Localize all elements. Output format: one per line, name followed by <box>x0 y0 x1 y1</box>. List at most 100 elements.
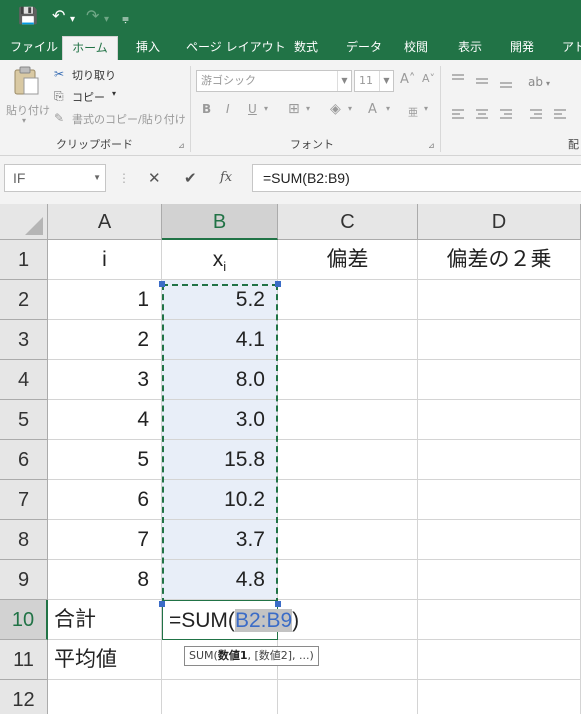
row-header[interactable]: 5 <box>0 400 48 440</box>
tab-home[interactable]: ホーム <box>62 36 118 60</box>
redo-dropdown-icon[interactable]: ▾ <box>104 10 109 30</box>
tab-addins[interactable]: アド <box>562 34 581 60</box>
cell-d5[interactable] <box>418 400 581 440</box>
enter-icon[interactable]: ✔ <box>184 169 197 187</box>
bold-button[interactable]: B <box>202 102 211 116</box>
shrink-font-icon[interactable]: A˅ <box>422 72 435 85</box>
font-color-icon[interactable]: A <box>368 102 377 117</box>
paste-button[interactable]: 貼り付け ▾ <box>4 66 50 130</box>
italic-button[interactable]: I <box>226 102 230 116</box>
row-header[interactable]: 7 <box>0 480 48 520</box>
cell-d10[interactable] <box>418 600 581 640</box>
tab-data[interactable]: データ <box>346 34 382 60</box>
cell-b1[interactable]: xi <box>162 240 278 280</box>
cell-a5[interactable]: 4 <box>48 400 162 440</box>
cell-c7[interactable] <box>278 480 418 520</box>
function-tooltip[interactable]: SUM(数値1, [数値2], ...) <box>184 646 319 666</box>
cell-d11[interactable] <box>418 640 581 680</box>
range-handle[interactable] <box>275 601 281 607</box>
cell-b3[interactable]: 4.1 <box>162 320 278 360</box>
cell-a4[interactable]: 3 <box>48 360 162 400</box>
cut-button[interactable]: ✂ 切り取り <box>54 66 124 84</box>
font-size-combo[interactable]: 11 ▼ <box>354 70 394 92</box>
font-launcher-icon[interactable]: ⊿ <box>428 138 435 154</box>
cell-d8[interactable] <box>418 520 581 560</box>
cell-a7[interactable]: 6 <box>48 480 162 520</box>
row-header[interactable]: 1 <box>0 240 48 280</box>
row-header[interactable]: 6 <box>0 440 48 480</box>
cell-c1[interactable]: 偏差 <box>278 240 418 280</box>
cell-d3[interactable] <box>418 320 581 360</box>
cell-b9[interactable]: 4.8 <box>162 560 278 600</box>
underline-button[interactable]: U <box>248 102 257 116</box>
cell-a1[interactable]: i <box>48 240 162 280</box>
row-header[interactable]: 2 <box>0 280 48 320</box>
column-header-b[interactable]: B <box>162 204 278 240</box>
row-header[interactable]: 10 <box>0 600 48 640</box>
grow-font-icon[interactable]: A˄ <box>400 72 415 87</box>
range-handle[interactable] <box>159 281 165 287</box>
phonetic-icon[interactable]: 亜 <box>408 104 418 119</box>
tab-view[interactable]: 表示 <box>458 34 482 60</box>
tab-page-layout[interactable]: ページ レイアウト <box>186 34 286 60</box>
cell-d2[interactable] <box>418 280 581 320</box>
cell-b8[interactable]: 3.7 <box>162 520 278 560</box>
row-header[interactable]: 12 <box>0 680 48 714</box>
cell-d12[interactable] <box>418 680 581 714</box>
row-header[interactable]: 3 <box>0 320 48 360</box>
row-header[interactable]: 4 <box>0 360 48 400</box>
format-painter-button[interactable]: ✎ 書式のコピー/貼り付け <box>54 110 186 128</box>
customize-toolbar-icon[interactable]: ⩦ <box>122 8 129 28</box>
fill-dropdown-icon[interactable]: ▾ <box>348 104 352 113</box>
range-handle[interactable] <box>275 281 281 287</box>
cell-c2[interactable] <box>278 280 418 320</box>
cell-c5[interactable] <box>278 400 418 440</box>
column-header-a[interactable]: A <box>48 204 162 240</box>
cell-d1[interactable]: 偏差の２乗 <box>418 240 581 280</box>
tab-developer[interactable]: 開発 <box>510 34 534 60</box>
alignment-icons[interactable]: ab ▾ <box>450 72 581 136</box>
cell-b2[interactable]: 5.2 <box>162 280 278 320</box>
cell-b6[interactable]: 15.8 <box>162 440 278 480</box>
tab-file[interactable]: ファイル <box>10 34 58 60</box>
save-icon[interactable]: 💾 <box>18 6 38 26</box>
range-handle[interactable] <box>159 601 165 607</box>
row-header[interactable]: 8 <box>0 520 48 560</box>
undo-dropdown-icon[interactable]: ▾ <box>70 10 75 30</box>
font-color-dropdown-icon[interactable]: ▾ <box>386 104 390 113</box>
cell-a10[interactable]: 合計 <box>48 600 162 640</box>
border-dropdown-icon[interactable]: ▾ <box>306 104 310 113</box>
phonetic-dropdown-icon[interactable]: ▾ <box>424 104 428 113</box>
row-header[interactable]: 11 <box>0 640 48 680</box>
cell-a2[interactable]: 1 <box>48 280 162 320</box>
cell-d6[interactable] <box>418 440 581 480</box>
cell-d9[interactable] <box>418 560 581 600</box>
cell-b12[interactable] <box>162 680 278 714</box>
cell-a11[interactable]: 平均値 <box>48 640 162 680</box>
cell-c4[interactable] <box>278 360 418 400</box>
cell-c9[interactable] <box>278 560 418 600</box>
undo-icon[interactable]: ↶ <box>52 6 65 26</box>
cell-c12[interactable] <box>278 680 418 714</box>
cell-a3[interactable]: 2 <box>48 320 162 360</box>
copy-button[interactable]: ⎘ コピー ▾ <box>54 88 124 106</box>
clipboard-launcher-icon[interactable]: ⊿ <box>178 138 185 154</box>
cell-b4[interactable]: 8.0 <box>162 360 278 400</box>
row-header[interactable]: 9 <box>0 560 48 600</box>
column-header-c[interactable]: C <box>278 204 418 240</box>
tab-insert[interactable]: 挿入 <box>136 34 160 60</box>
cell-b10-editing[interactable]: =SUM(B2:B9) <box>162 600 299 640</box>
cell-a8[interactable]: 7 <box>48 520 162 560</box>
name-box-dropdown-icon[interactable]: ▼ <box>93 165 101 191</box>
redo-icon[interactable]: ↷ <box>86 6 99 26</box>
border-icon[interactable]: ⊞ <box>288 101 300 117</box>
fill-color-icon[interactable]: ◈ <box>330 101 341 117</box>
cancel-icon[interactable]: ✕ <box>148 169 161 187</box>
insert-function-icon[interactable]: fx <box>220 169 232 187</box>
cell-a12[interactable] <box>48 680 162 714</box>
tab-formulas[interactable]: 数式 <box>294 34 318 60</box>
cell-a6[interactable]: 5 <box>48 440 162 480</box>
cell-c6[interactable] <box>278 440 418 480</box>
cell-c3[interactable] <box>278 320 418 360</box>
font-size-dropdown-icon[interactable]: ▼ <box>379 71 393 91</box>
